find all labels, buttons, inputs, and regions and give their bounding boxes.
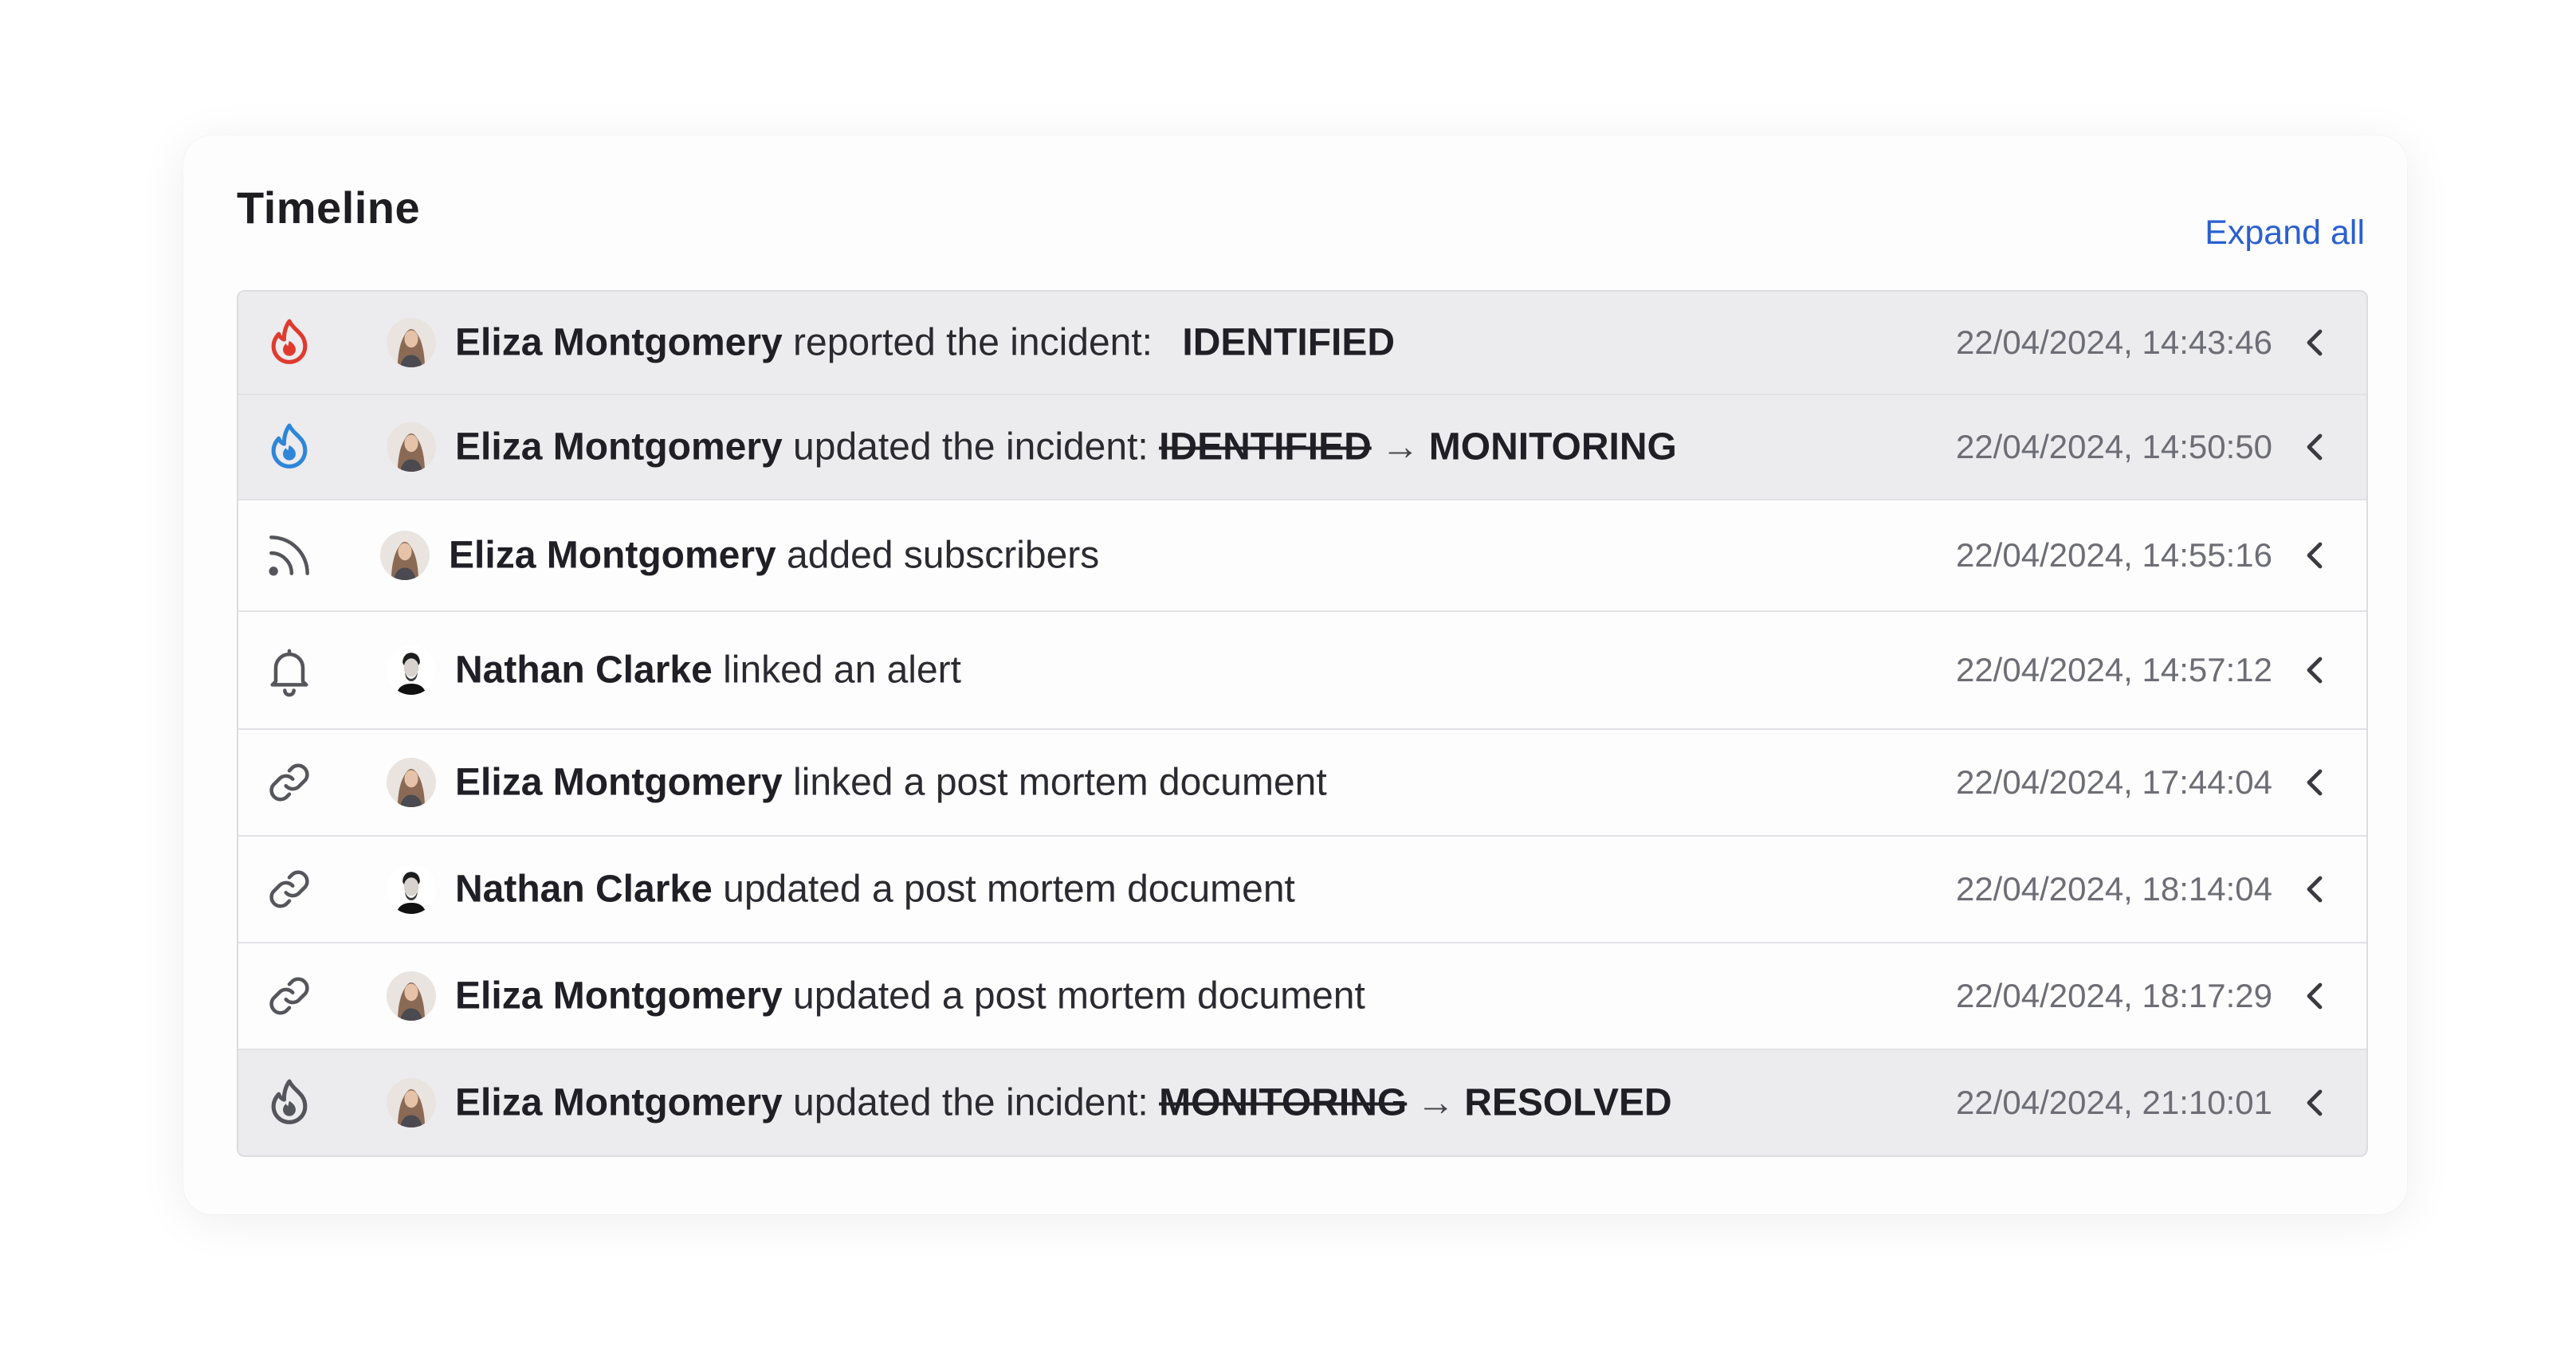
action-text: updated the incident: xyxy=(782,1081,1160,1124)
timeline-entry-text: Eliza Montgomery added subscribers xyxy=(449,534,1118,578)
chevron-left-icon[interactable] xyxy=(2303,327,2328,359)
timeline-row[interactable]: Nathan Clarke updated a post mortem docu… xyxy=(238,837,2366,943)
timeline-row[interactable]: Eliza Montgomery linked a post mortem do… xyxy=(238,730,2366,837)
eliza-avatar xyxy=(387,422,436,472)
chevron-left-icon[interactable] xyxy=(2303,654,2328,686)
previous-status: IDENTIFIED xyxy=(1159,425,1372,469)
link-icon xyxy=(262,969,316,1023)
timeline-row[interactable]: Eliza Montgomery updated the incident: M… xyxy=(238,1050,2366,1155)
actor-name: Eliza Montgomery xyxy=(449,534,776,577)
timestamp: 22/04/2024, 18:14:04 xyxy=(1955,870,2272,908)
timeline-entry-text: Eliza Montgomery reported the incident: … xyxy=(455,321,1395,365)
timeline-entry-text: Nathan Clarke updated a post mortem docu… xyxy=(455,868,1314,912)
timestamp: 22/04/2024, 14:57:12 xyxy=(1955,651,2272,688)
actor-name: Nathan Clarke xyxy=(455,868,713,911)
new-status: IDENTIFIED xyxy=(1182,321,1396,364)
previous-status: MONITORING xyxy=(1159,1081,1408,1124)
flame-icon xyxy=(262,1076,316,1130)
timeline-card: Timeline Expand all Eliza Montgomery rep… xyxy=(183,135,2407,1214)
flame-icon xyxy=(262,420,316,474)
timeline-row[interactable]: Eliza Montgomery added subscribers 22/04… xyxy=(238,500,2366,612)
link-icon xyxy=(262,862,316,916)
actor-name: Eliza Montgomery xyxy=(455,321,783,364)
action-text: linked an alert xyxy=(712,649,961,692)
action-text: updated the incident: xyxy=(782,425,1160,469)
actor-name: Nathan Clarke xyxy=(455,649,713,692)
chevron-left-icon[interactable] xyxy=(2303,431,2328,463)
action-text: reported the incident: xyxy=(782,321,1164,364)
eliza-avatar xyxy=(387,1078,436,1127)
chevron-left-icon[interactable] xyxy=(2303,980,2328,1012)
timeline-entry-text: Eliza Montgomery updated a post mortem d… xyxy=(455,974,1384,1018)
chevron-left-icon[interactable] xyxy=(2303,767,2328,798)
action-text: updated a post mortem document xyxy=(782,974,1365,1018)
eliza-avatar xyxy=(387,318,436,367)
timeline-entry-text: Eliza Montgomery linked a post mortem do… xyxy=(455,761,1346,805)
action-text: added subscribers xyxy=(776,534,1100,577)
rss-icon xyxy=(262,528,316,582)
chevron-left-icon[interactable] xyxy=(2303,873,2328,905)
timeline-row[interactable]: Nathan Clarke linked an alert 22/04/2024… xyxy=(238,612,2366,730)
new-status: RESOLVED xyxy=(1464,1081,1672,1124)
eliza-avatar xyxy=(380,531,430,580)
bell-icon xyxy=(262,643,316,697)
actor-name: Eliza Montgomery xyxy=(455,425,783,469)
flame-icon xyxy=(262,316,316,370)
chevron-left-icon[interactable] xyxy=(2303,539,2328,571)
timeline-entry-text: Nathan Clarke linked an alert xyxy=(455,649,980,692)
expand-all-button[interactable]: Expand all xyxy=(2205,214,2365,253)
timeline-row[interactable]: Eliza Montgomery updated the incident: I… xyxy=(238,395,2366,500)
actor-name: Eliza Montgomery xyxy=(455,761,783,804)
timestamp: 22/04/2024, 21:10:01 xyxy=(1955,1084,2272,1121)
arrow-right-icon: → xyxy=(1416,1081,1455,1124)
timestamp: 22/04/2024, 14:43:46 xyxy=(1955,324,2272,361)
action-text: linked a post mortem document xyxy=(782,761,1327,804)
chevron-left-icon[interactable] xyxy=(2303,1087,2328,1119)
link-icon xyxy=(262,755,316,810)
actor-name: Eliza Montgomery xyxy=(455,974,783,1018)
action-text: updated a post mortem document xyxy=(712,868,1295,911)
nathan-avatar xyxy=(387,645,436,695)
timeline-row[interactable]: Eliza Montgomery updated a post mortem d… xyxy=(238,943,2366,1050)
new-status: MONITORING xyxy=(1428,425,1677,469)
timestamp: 22/04/2024, 14:55:16 xyxy=(1955,536,2272,574)
timeline-entry-text: Eliza Montgomery updated the incident: M… xyxy=(455,1081,1672,1125)
nathan-avatar xyxy=(387,865,436,914)
timeline-entry-text: Eliza Montgomery updated the incident: I… xyxy=(455,425,1677,469)
eliza-avatar xyxy=(387,971,436,1021)
timestamp: 22/04/2024, 17:44:04 xyxy=(1955,763,2272,801)
arrow-right-icon: → xyxy=(1380,425,1420,469)
timeline-list: Eliza Montgomery reported the incident: … xyxy=(237,290,2368,1157)
timestamp: 22/04/2024, 14:50:50 xyxy=(1955,428,2272,465)
eliza-avatar xyxy=(387,758,436,807)
timestamp: 22/04/2024, 18:17:29 xyxy=(1955,977,2272,1014)
timeline-title: Timeline xyxy=(237,182,421,233)
actor-name: Eliza Montgomery xyxy=(455,1081,783,1124)
timeline-row[interactable]: Eliza Montgomery reported the incident: … xyxy=(238,292,2366,395)
